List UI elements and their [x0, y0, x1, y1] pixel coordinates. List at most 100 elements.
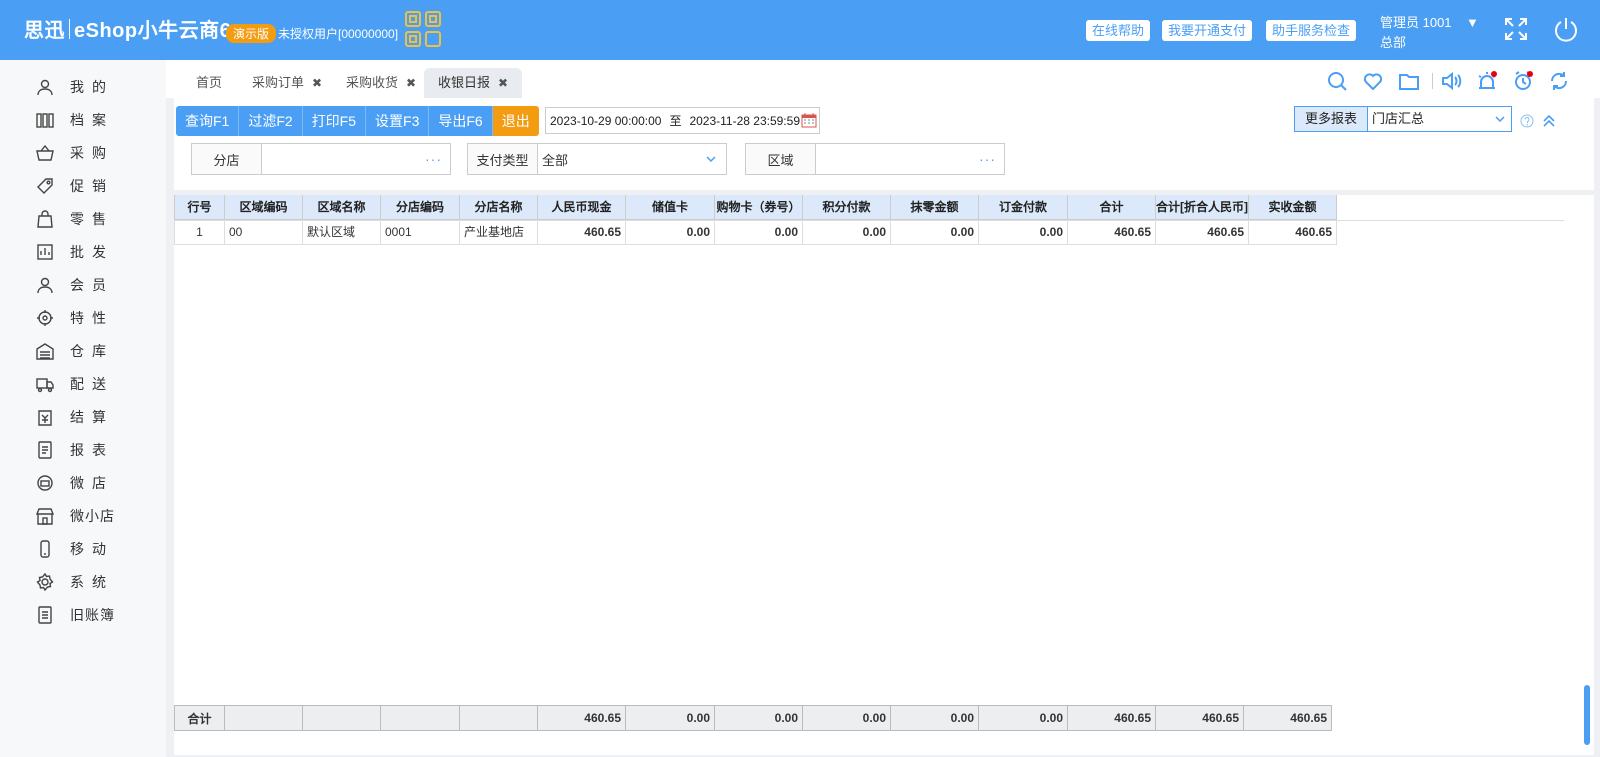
- total-cell: 460.65: [1243, 705, 1332, 731]
- sidebar-item-microshop[interactable]: 微店: [36, 473, 114, 493]
- tab-home[interactable]: 首页: [182, 68, 236, 98]
- sidebar-item-report[interactable]: 报表: [36, 440, 114, 460]
- power-icon[interactable]: [1552, 15, 1580, 43]
- close-icon[interactable]: ✖: [312, 76, 322, 90]
- sidebar: 我的 档案 采购 促销 零售 批发 会员 特性 仓库 配送 结算 报表 微店 微…: [0, 60, 166, 757]
- collapse-up-icon[interactable]: [1542, 114, 1556, 128]
- export-button[interactable]: 导出F6: [429, 106, 493, 136]
- sidebar-item-delivery[interactable]: 配送: [36, 374, 114, 394]
- sidebar-item-member[interactable]: 会员: [36, 275, 114, 295]
- service-check-button[interactable]: 助手服务检查: [1266, 20, 1357, 41]
- column-header[interactable]: 订金付款: [978, 195, 1068, 220]
- query-button[interactable]: 查询F1: [176, 106, 240, 136]
- close-icon[interactable]: ✖: [498, 76, 508, 90]
- region-filter-input[interactable]: ···: [816, 144, 1004, 174]
- search-icon[interactable]: [1326, 70, 1348, 92]
- sidebar-item-label: 零售: [70, 211, 114, 227]
- tab-purchase-receipt[interactable]: 采购收货 ✖: [332, 68, 430, 98]
- sidebar-item-mobile[interactable]: 移动: [36, 539, 114, 559]
- total-label: 合计: [174, 705, 225, 731]
- sidebar-item-mini-store[interactable]: 微小店: [36, 506, 115, 526]
- online-help-button[interactable]: 在线帮助: [1086, 20, 1151, 41]
- sidebar-item-settlement[interactable]: 结算: [36, 407, 114, 427]
- sidebar-item-feature[interactable]: 特性: [36, 308, 114, 328]
- tab-cashier-daily-report[interactable]: 收银日报 ✖: [424, 68, 523, 98]
- basket-icon: [36, 144, 54, 161]
- truck-icon: [36, 378, 54, 393]
- qr-code-icon[interactable]: [404, 10, 442, 48]
- column-header[interactable]: 储值卡: [625, 195, 715, 220]
- total-cell: 0.00: [978, 705, 1068, 731]
- date-range-picker[interactable]: 2023-10-29 00:00:00 至 2023-11-28 23:59:5…: [545, 107, 820, 134]
- sidebar-item-system[interactable]: 系统: [36, 572, 114, 592]
- filter-button[interactable]: 过滤F2: [239, 106, 303, 136]
- sidebar-item-promotion[interactable]: 促销: [36, 176, 114, 196]
- table-cell: 460.65: [1067, 218, 1156, 245]
- column-header[interactable]: 抹零金额: [890, 195, 979, 220]
- clock-icon[interactable]: [1512, 70, 1534, 92]
- sidebar-item-mine[interactable]: 我的: [36, 77, 114, 97]
- sidebar-item-label: 会员: [70, 277, 114, 293]
- sidebar-item-label: 特性: [70, 310, 114, 326]
- sidebar-item-retail[interactable]: 零售: [36, 209, 114, 229]
- exit-button[interactable]: 退出: [492, 106, 539, 136]
- table-row[interactable]: 1 00 默认区域 0001 产业基地店 460.65 0.00 0.00 0.…: [174, 218, 1337, 245]
- column-header[interactable]: 行号: [174, 195, 225, 220]
- logo-product: eShop小牛云商6: [74, 20, 232, 42]
- print-button[interactable]: 打印F5: [302, 106, 367, 136]
- sidebar-item-archive[interactable]: 档案: [36, 110, 114, 130]
- top-header: 思迅 eShop小牛云商6 演示版 未授权用户[00000000] 在线帮助 我…: [0, 0, 1600, 60]
- pay-type-filter: 支付类型 全部: [467, 143, 727, 175]
- column-header[interactable]: 人民币现金: [537, 195, 626, 220]
- sidebar-item-label: 移动: [70, 541, 114, 557]
- date-from[interactable]: 2023-10-29 00:00:00: [550, 114, 661, 128]
- vertical-scrollbar[interactable]: [1584, 685, 1590, 745]
- column-header[interactable]: 区域名称: [302, 195, 381, 220]
- chevron-down-icon: [706, 156, 716, 163]
- more-reports-value[interactable]: 门店汇总: [1368, 107, 1511, 131]
- column-header[interactable]: 积分付款: [802, 195, 891, 220]
- more-dots-icon[interactable]: ···: [425, 151, 442, 167]
- branch-filter-label: 分店: [192, 144, 262, 174]
- fullscreen-icon[interactable]: [1502, 15, 1530, 43]
- column-header[interactable]: 合计[折合人民币]: [1155, 195, 1249, 220]
- open-payment-button[interactable]: 我要开通支付: [1162, 20, 1253, 41]
- settings-button[interactable]: 设置F3: [366, 106, 430, 136]
- close-icon[interactable]: ✖: [406, 76, 416, 90]
- speaker-icon[interactable]: [1440, 70, 1462, 92]
- column-header[interactable]: 合计: [1067, 195, 1156, 220]
- mobile-icon: [40, 540, 50, 558]
- total-cell: 460.65: [537, 705, 626, 731]
- header-divider: [174, 220, 1564, 221]
- help-icon[interactable]: [1520, 114, 1534, 128]
- sidebar-item-wholesale[interactable]: 批发: [36, 242, 114, 262]
- column-header[interactable]: 分店名称: [459, 195, 538, 220]
- date-to[interactable]: 2023-11-28 23:59:59: [689, 114, 800, 128]
- more-dots-icon[interactable]: ···: [979, 151, 996, 167]
- member-icon: [37, 277, 53, 294]
- sidebar-item-warehouse[interactable]: 仓库: [36, 341, 114, 361]
- alarm-light-icon[interactable]: [1476, 70, 1498, 92]
- sidebar-item-label: 结算: [70, 409, 114, 425]
- table-cell: 0.00: [714, 218, 803, 245]
- totals-row: 合计 460.65 0.00 0.00 0.00 0.00 0.00 460.6…: [174, 705, 1332, 731]
- column-header[interactable]: 实收金额: [1248, 195, 1337, 220]
- calendar-icon[interactable]: [801, 112, 817, 128]
- folder-icon[interactable]: [1398, 70, 1420, 92]
- total-cell: 0.00: [625, 705, 715, 731]
- heart-icon[interactable]: [1362, 70, 1384, 92]
- table-cell: 默认区域: [302, 218, 381, 245]
- column-header[interactable]: 购物卡（券号）: [714, 195, 803, 220]
- sidebar-item-label: 我的: [70, 79, 114, 95]
- pay-type-select[interactable]: 全部: [538, 144, 726, 174]
- refresh-icon[interactable]: [1548, 70, 1570, 92]
- column-header[interactable]: 区域编码: [224, 195, 303, 220]
- user-menu[interactable]: 管理员 1001 ▼ 总部: [1380, 13, 1479, 53]
- tab-purchase-order[interactable]: 采购订单 ✖: [238, 68, 336, 98]
- chevron-down-icon: ▼: [1466, 15, 1479, 30]
- branch-filter-input[interactable]: ···: [262, 144, 450, 174]
- column-header[interactable]: 分店编码: [380, 195, 460, 220]
- more-reports-select[interactable]: 更多报表 门店汇总: [1294, 106, 1512, 132]
- sidebar-item-purchase[interactable]: 采购: [36, 143, 114, 163]
- sidebar-item-old-ledger[interactable]: 旧账簿: [36, 605, 115, 625]
